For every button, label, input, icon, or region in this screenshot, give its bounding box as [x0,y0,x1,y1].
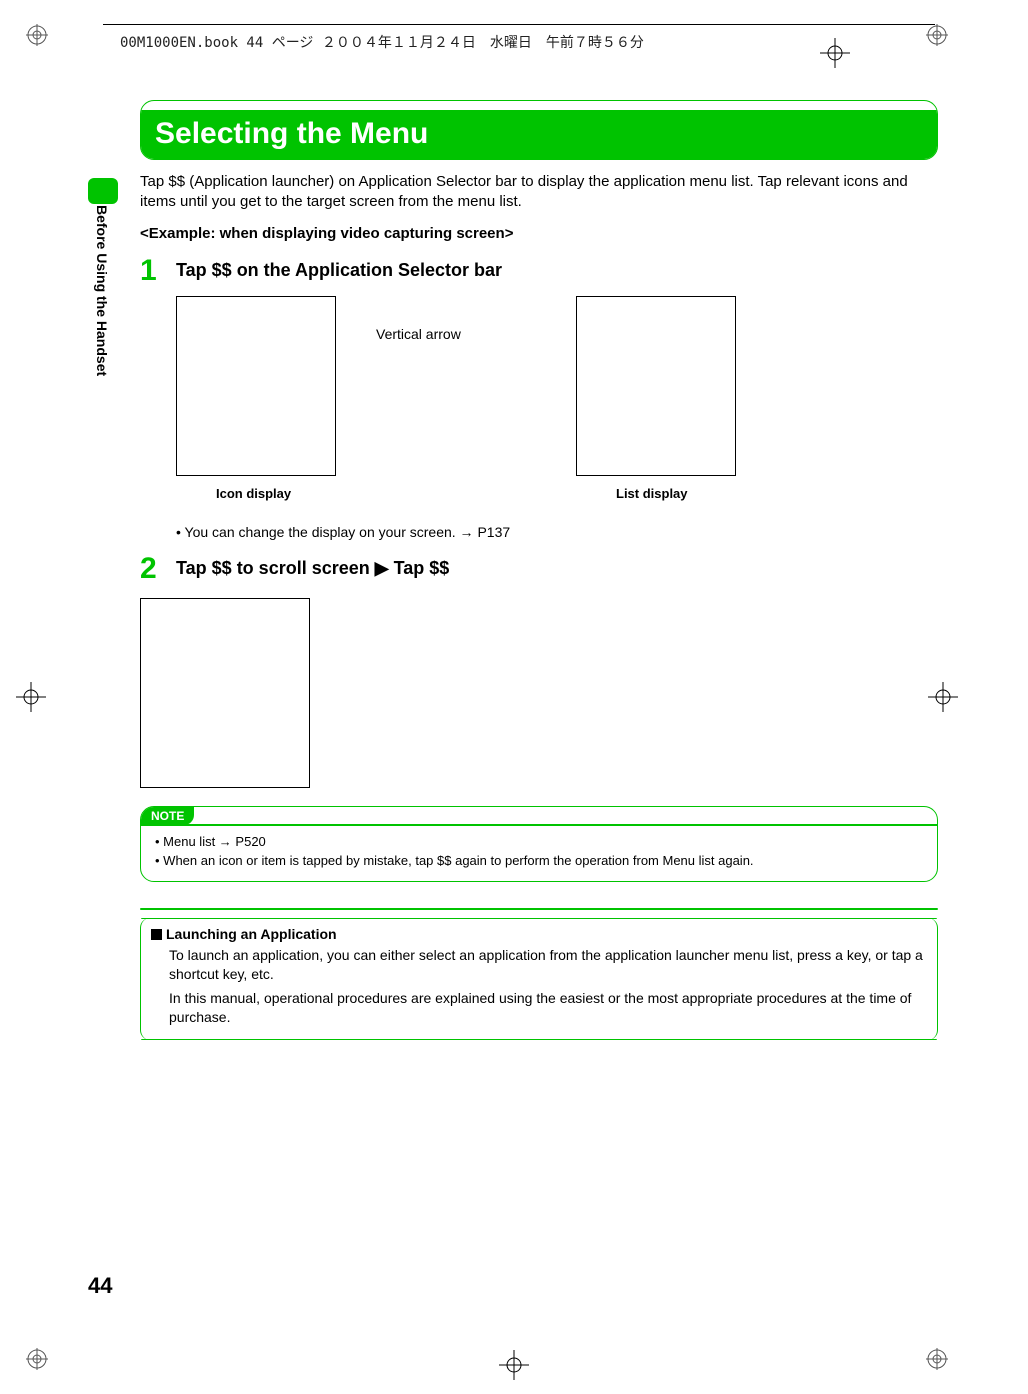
icon-display-placeholder [176,296,336,476]
launch-heading-text: Launching an Application [166,926,337,942]
section-tab [88,178,118,204]
note-item: When an icon or item is tapped by mistak… [155,851,923,871]
launch-paragraph: To launch an application, you can either… [169,946,927,985]
crop-cross-icon [499,1350,529,1380]
section-label: Before Using the Handset [94,205,110,376]
step-number: 2 [140,554,176,584]
list-display-caption: List display [616,486,688,501]
note-box: NOTE Menu list → P520 When an icon or it… [140,806,938,882]
step-number: 1 [140,256,176,286]
crop-mark-icon [926,1348,948,1370]
divider [140,908,938,910]
crop-cross-icon [820,38,850,68]
step2-screen-placeholder [140,598,310,788]
square-bullet-icon [151,929,162,940]
step-2: 2 Tap $$ to scroll screen ▶ Tap $$ [140,554,938,584]
file-meta-header: 00M1000EN.book 44 ページ ２００４年１１月２４日 水曜日 午前… [120,32,644,52]
crop-cross-icon [16,682,46,712]
vertical-arrow-label: Vertical arrow [376,326,461,342]
step-title: Tap $$ to scroll screen ▶ Tap $$ [176,554,449,579]
launch-paragraph: In this manual, operational procedures a… [169,989,927,1028]
crop-mark-icon [26,1348,48,1370]
page-number: 44 [88,1273,112,1299]
note-item: Menu list → P520 [155,832,923,852]
crop-mark-icon [926,24,948,46]
icon-display-caption: Icon display [216,486,291,501]
crop-mark-icon [26,24,48,46]
page-title-banner: Selecting the Menu [140,100,938,160]
example-heading: <Example: when displaying video capturin… [140,225,938,242]
page-title: Selecting the Menu [155,117,923,151]
launch-subheading: Launching an Application [151,926,927,942]
display-illustration-row: Vertical arrow Icon display List display [176,296,938,516]
note-heading: NOTE [141,807,194,825]
launching-application-box: Launching an Application To launch an ap… [140,918,938,1040]
header-rule [103,24,935,25]
intro-paragraph: Tap $$ (Application launcher) on Applica… [140,172,938,213]
step-1: 1 Tap $$ on the Application Selector bar [140,256,938,286]
step1-bullet: You can change the display on your scree… [176,524,938,540]
list-display-placeholder [576,296,736,476]
step-title: Tap $$ on the Application Selector bar [176,256,502,281]
